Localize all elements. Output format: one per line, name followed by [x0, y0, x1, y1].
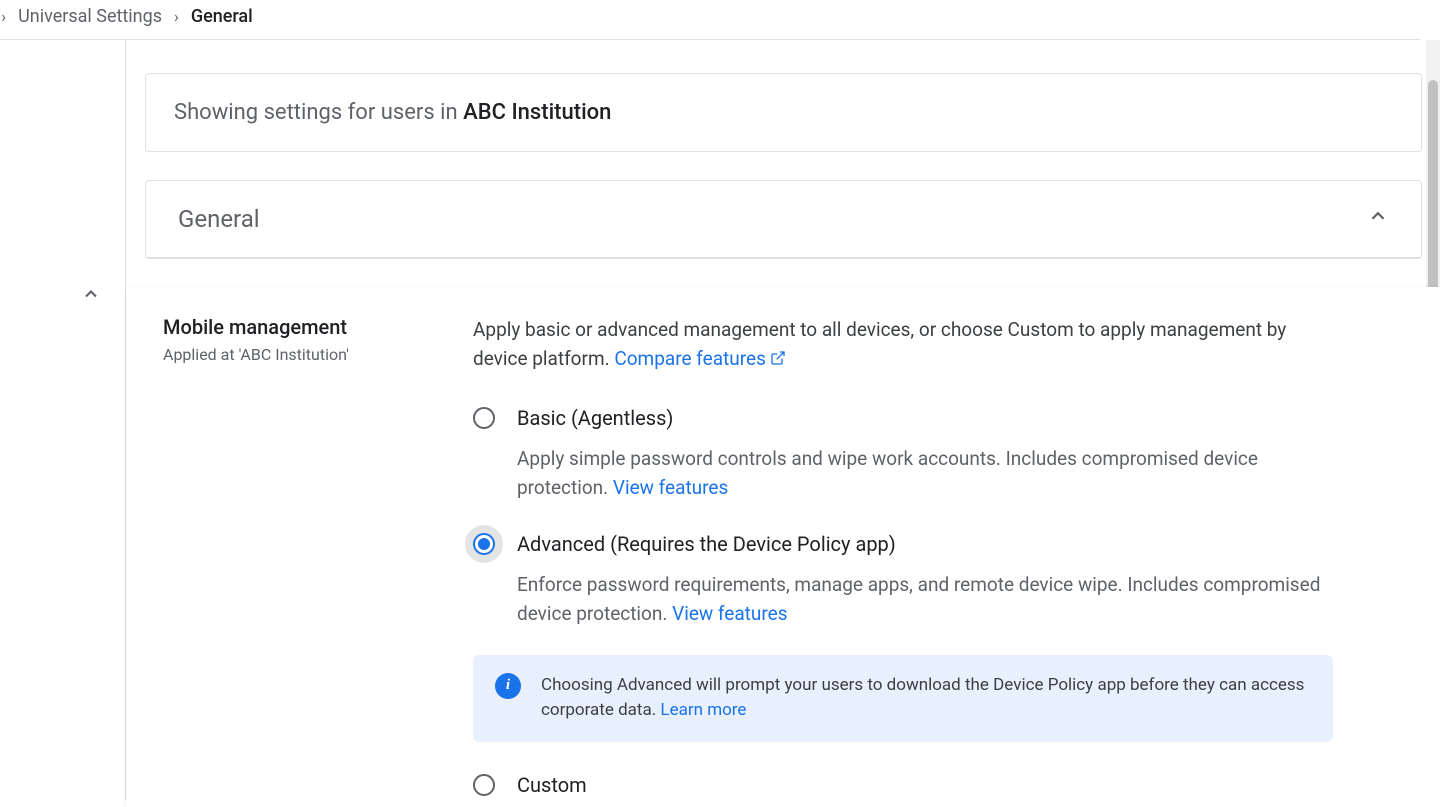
view-features-basic-link[interactable]: View features	[613, 476, 728, 499]
option-basic-title: Basic (Agentless)	[517, 403, 1333, 434]
radio-advanced[interactable]	[473, 533, 495, 555]
setting-panel-mobile-management: Mobile management Applied at 'ABC Instit…	[127, 287, 1440, 807]
option-custom-title: Custom	[517, 770, 1333, 801]
radio-basic[interactable]	[473, 407, 495, 429]
setting-title: Mobile management	[163, 315, 453, 339]
chevron-right-icon: ›	[1, 7, 6, 26]
section-title: General	[178, 205, 260, 233]
section-general: General	[145, 180, 1422, 259]
open-in-new-icon	[770, 345, 786, 374]
breadcrumb-item-general: General	[191, 6, 253, 27]
section-header[interactable]: General	[146, 181, 1421, 258]
info-icon: i	[495, 673, 521, 699]
scope-prefix: Showing settings for users in	[174, 100, 463, 125]
sidebar: ts	[0, 40, 126, 800]
info-banner: i Choosing Advanced will prompt your use…	[473, 655, 1333, 742]
chevron-right-icon: ›	[174, 7, 179, 26]
main-content: Showing settings for users in ABC Instit…	[145, 55, 1422, 287]
view-features-advanced-link[interactable]: View features	[672, 602, 787, 625]
option-advanced: Advanced (Requires the Device Policy app…	[473, 529, 1333, 629]
option-custom: Custom Apply basic or advanced managemen…	[473, 770, 1333, 807]
option-advanced-title: Advanced (Requires the Device Policy app…	[517, 529, 1333, 560]
setting-desc-text: Apply basic or advanced management to al…	[473, 318, 1286, 370]
scope-card: Showing settings for users in ABC Instit…	[145, 73, 1422, 152]
radio-custom[interactable]	[473, 774, 495, 796]
option-advanced-desc: Enforce password requirements, manage ap…	[517, 570, 1333, 629]
chevron-up-icon[interactable]	[1367, 205, 1389, 233]
compare-features-link[interactable]: Compare features	[614, 347, 786, 370]
breadcrumb-item-universal-settings[interactable]: Universal Settings	[18, 6, 162, 27]
option-basic: Basic (Agentless) Apply simple password …	[473, 403, 1333, 503]
scope-org: ABC Institution	[463, 100, 611, 125]
learn-more-link[interactable]: Learn more	[660, 700, 746, 720]
setting-description: Apply basic or advanced management to al…	[473, 315, 1333, 375]
option-basic-desc: Apply simple password controls and wipe …	[517, 444, 1333, 503]
setting-applied-at: Applied at 'ABC Institution'	[163, 345, 453, 364]
info-text: Choosing Advanced will prompt your users…	[541, 673, 1311, 724]
breadcrumb: s › Universal Settings › General	[0, 0, 1420, 40]
chevron-up-icon[interactable]	[81, 284, 101, 309]
setting-label: Mobile management Applied at 'ABC Instit…	[163, 315, 453, 807]
